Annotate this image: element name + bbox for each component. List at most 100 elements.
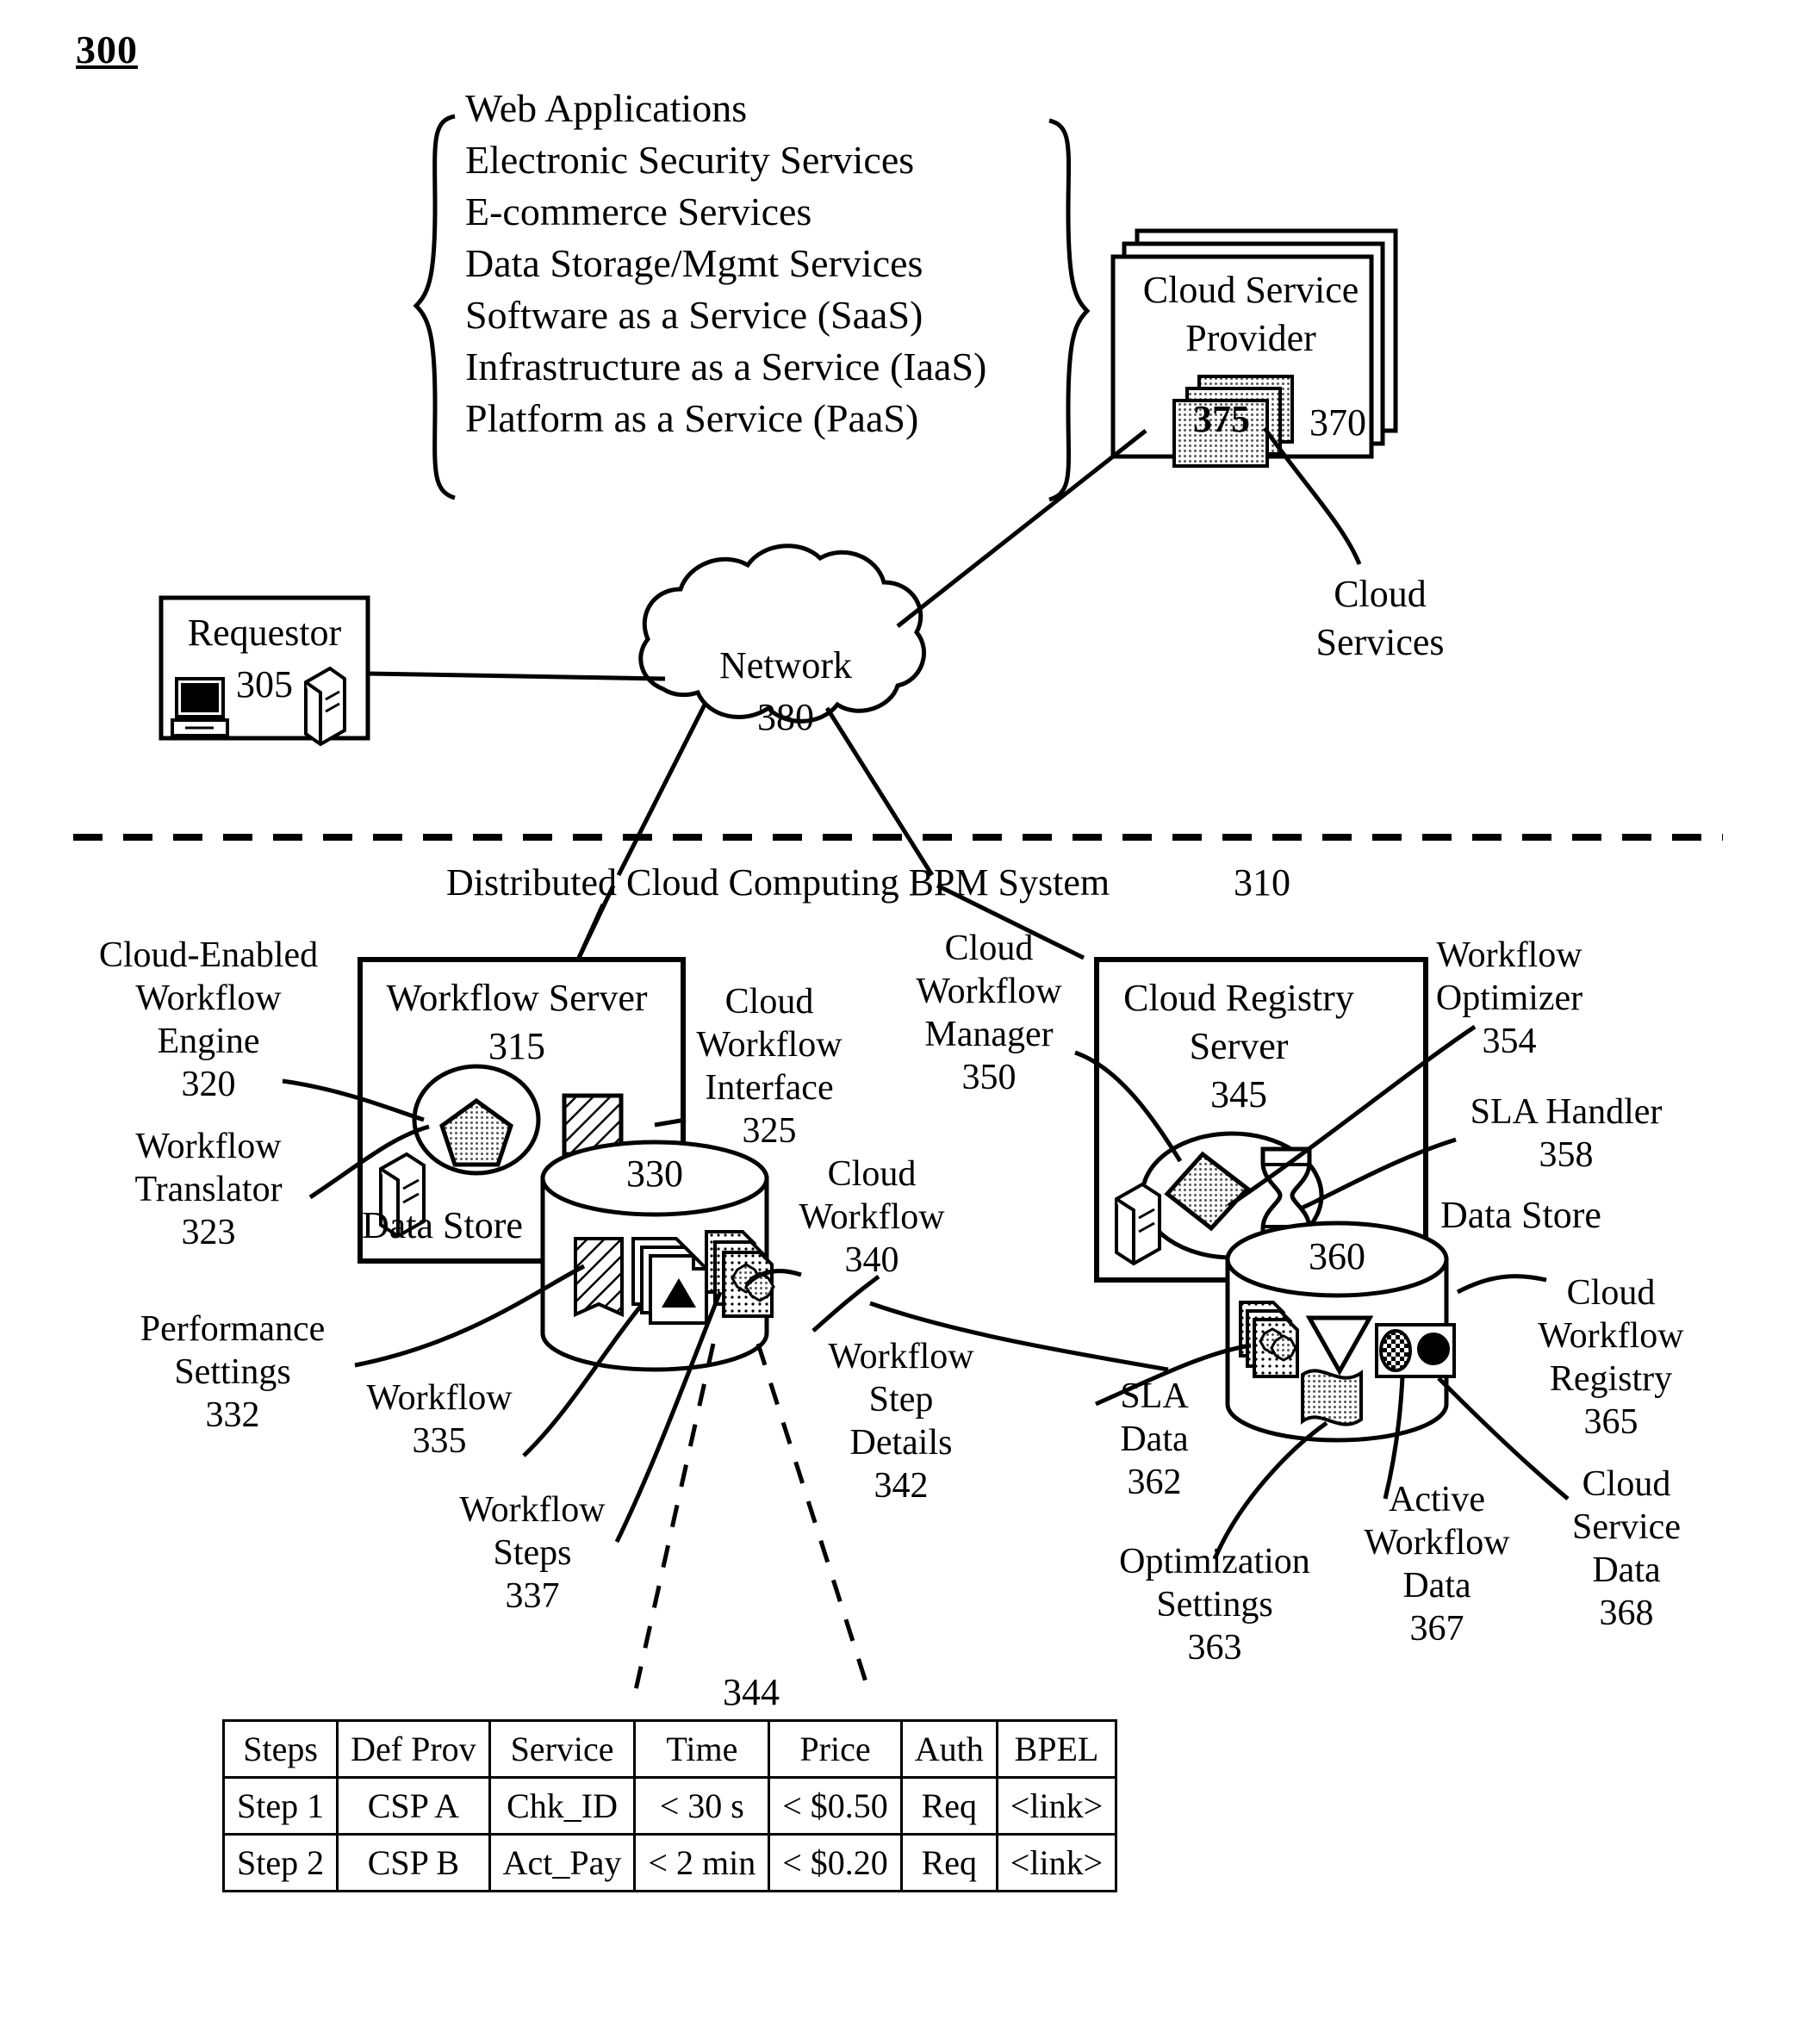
- workflow-data-store-ref: 330: [626, 1152, 683, 1195]
- service-item-4: Software as a Service (SaaS): [465, 293, 923, 337]
- callout-363-line1: Settings: [1156, 1585, 1273, 1625]
- table-header-row: Steps Def Prov Service Time Price Auth B…: [221, 1719, 1118, 1779]
- table-cell-time: < 30 s: [633, 1776, 771, 1836]
- table-cell-price: < $0.20: [768, 1833, 903, 1892]
- registry-data-store-label: Data Store: [1440, 1194, 1601, 1236]
- callout-358-ref: 358: [1539, 1135, 1594, 1175]
- csp-inner-ref: 375: [1193, 398, 1250, 440]
- system-ref: 310: [1234, 861, 1290, 904]
- callout-320-line0: Cloud-Enabled: [98, 935, 319, 975]
- callout-340-line0: Cloud: [827, 1154, 917, 1194]
- callout-350-line1: Workflow: [916, 972, 1062, 1011]
- registry-server-title-line2: Server: [1189, 1025, 1289, 1067]
- callout-350-line0: Cloud: [944, 929, 1034, 968]
- figure-number: 300: [76, 28, 138, 71]
- callout-340-ref: 340: [844, 1240, 899, 1280]
- service-item-2: E-commerce Services: [465, 189, 812, 233]
- callout-332-line0: Performance: [140, 1309, 326, 1349]
- callout-367-ref: 367: [1409, 1609, 1464, 1649]
- callout-325-line0: Cloud: [724, 982, 814, 1022]
- callout-332-line1: Settings: [174, 1352, 291, 1392]
- callout-342-line2: Details: [849, 1423, 953, 1463]
- table-cell-bpel[interactable]: <link>: [995, 1776, 1118, 1836]
- callout-337-line0: Workflow: [459, 1490, 606, 1530]
- callout-367-line2: Data: [1402, 1566, 1471, 1606]
- callout-350-line2: Manager: [924, 1015, 1054, 1054]
- table-ref: 344: [723, 1671, 780, 1713]
- registry-server-title-line1: Cloud Registry: [1123, 977, 1354, 1019]
- registry-server-ref: 345: [1210, 1073, 1267, 1115]
- patent-figure-300: 300 Web Applications Electronic Security…: [0, 0, 1797, 2044]
- workflow-server-title: Workflow Server: [386, 977, 648, 1019]
- callout-320-line2: Engine: [157, 1022, 260, 1061]
- server-tower-icon: [304, 666, 346, 747]
- callout-368-line1: Service: [1572, 1507, 1681, 1547]
- callout-358-line0: SLA Handler: [1470, 1092, 1663, 1132]
- callout-323-line0: Workflow: [135, 1127, 282, 1166]
- registry-data-store-ref: 360: [1309, 1235, 1365, 1277]
- csp-title-line2: Provider: [1185, 317, 1316, 359]
- service-item-5: Infrastructure as a Service (IaaS): [465, 345, 987, 388]
- table-row: Step 2 CSP B Act_Pay < 2 min < $0.20 Req…: [221, 1833, 1118, 1892]
- table-cell-price: < $0.50: [768, 1776, 903, 1836]
- callout-342-line0: Workflow: [828, 1337, 974, 1376]
- callout-362-line0: SLA: [1120, 1376, 1189, 1416]
- csp-ref: 370: [1309, 401, 1366, 444]
- callout-368-line0: Cloud: [1582, 1464, 1671, 1504]
- table-cell-step: Step 2: [221, 1833, 339, 1892]
- service-item-0: Web Applications: [465, 86, 748, 130]
- network-ref: 380: [757, 696, 814, 738]
- callout-365-ref: 365: [1583, 1402, 1638, 1442]
- table-cell-bpel[interactable]: <link>: [995, 1833, 1118, 1892]
- table-header-steps: Steps: [221, 1719, 339, 1779]
- system-label: Distributed Cloud Computing BPM System: [446, 861, 1110, 904]
- callout-354-ref: 354: [1482, 1022, 1537, 1061]
- table-header-service: Service: [488, 1719, 637, 1779]
- service-item-1: Electronic Security Services: [465, 138, 915, 182]
- service-item-3: Data Storage/Mgmt Services: [465, 241, 923, 285]
- callout-367-line1: Workflow: [1364, 1523, 1510, 1563]
- callout-365-line0: Cloud: [1566, 1273, 1656, 1313]
- table-cell-service: Chk_ID: [488, 1776, 637, 1836]
- workflow-server-ref: 315: [488, 1025, 545, 1067]
- callout-320-line1: Workflow: [135, 979, 282, 1018]
- requestor-label: Requestor: [187, 612, 342, 654]
- table-row: Step 1 CSP A Chk_ID < 30 s < $0.50 Req <…: [221, 1776, 1118, 1836]
- table-header-price: Price: [768, 1719, 903, 1779]
- callout-337-ref: 337: [505, 1576, 560, 1616]
- callout-367-line0: Active: [1389, 1480, 1485, 1519]
- cloud-services-callout-line2: Services: [1315, 621, 1445, 663]
- callout-325-line1: Workflow: [696, 1025, 843, 1065]
- service-item-6: Platform as a Service (PaaS): [465, 396, 919, 440]
- table-dashed-leaders: [633, 1343, 871, 1691]
- callout-323-line1: Translator: [134, 1170, 283, 1209]
- callout-368-ref: 368: [1599, 1594, 1654, 1633]
- table-header-auth: Auth: [899, 1719, 998, 1779]
- callout-342-line1: Step: [868, 1380, 934, 1420]
- table-header-def-prov: Def Prov: [336, 1719, 491, 1779]
- performance-settings-icon: [574, 1237, 624, 1318]
- callout-363-line0: Optimization: [1119, 1542, 1310, 1581]
- callout-325-ref: 325: [742, 1111, 797, 1151]
- table-cell-auth: Req: [899, 1776, 998, 1836]
- table-cell-def-prov: CSP A: [336, 1776, 491, 1836]
- callout-320-ref: 320: [181, 1065, 236, 1104]
- callout-368-line2: Data: [1592, 1550, 1661, 1590]
- table-cell-auth: Req: [899, 1833, 998, 1892]
- table-cell-time: < 2 min: [633, 1833, 771, 1892]
- callout-340-line1: Workflow: [799, 1197, 945, 1237]
- network-cloud-shape: [638, 544, 926, 724]
- csp-title-line1: Cloud Service: [1142, 269, 1359, 311]
- cloud-enabled-workflow-engine-icon: [412, 1064, 541, 1176]
- callout-323-ref: 323: [181, 1213, 236, 1252]
- table-cell-service: Act_Pay: [488, 1833, 637, 1892]
- requestor-ref: 305: [236, 663, 293, 705]
- callout-354-line0: Workflow: [1436, 935, 1582, 975]
- table-header-bpel: BPEL: [995, 1719, 1118, 1779]
- callout-362-line1: Data: [1120, 1420, 1189, 1459]
- desktop-icon: [171, 677, 229, 737]
- callout-342-ref: 342: [874, 1466, 929, 1506]
- workflow-step-details-table: Steps Def Prov Service Time Price Auth B…: [221, 1719, 1118, 1892]
- table-header-time: Time: [633, 1719, 771, 1779]
- network-label: Network: [719, 644, 852, 687]
